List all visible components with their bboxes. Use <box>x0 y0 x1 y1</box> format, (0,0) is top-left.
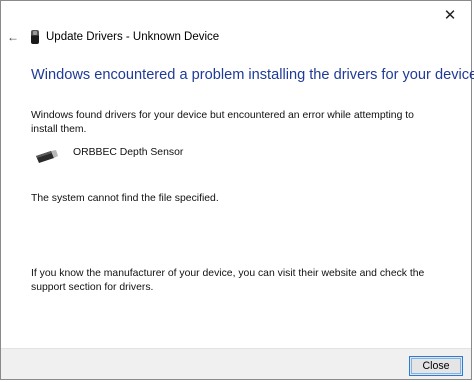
wizard-title: Update Drivers - Unknown Device <box>46 31 220 43</box>
error-heading: Windows encountered a problem installing… <box>31 67 474 83</box>
update-drivers-dialog: ✕ ← Update Drivers - Unknown Device Wind… <box>0 0 474 380</box>
dialog-footer: Close <box>1 348 471 379</box>
back-arrow-icon[interactable]: ← <box>7 31 19 43</box>
device-name: ORBBEC Depth Sensor <box>73 147 184 158</box>
close-icon[interactable]: ✕ <box>443 8 457 23</box>
usb-drive-icon <box>36 150 58 163</box>
close-button[interactable]: Close <box>409 356 463 376</box>
error-detail: The system cannot find the file specifie… <box>31 193 219 204</box>
usb-device-icon <box>31 30 39 44</box>
help-text: If you know the manufacturer of your dev… <box>31 268 425 293</box>
install-error-message: Windows found drivers for your device bu… <box>31 110 414 135</box>
